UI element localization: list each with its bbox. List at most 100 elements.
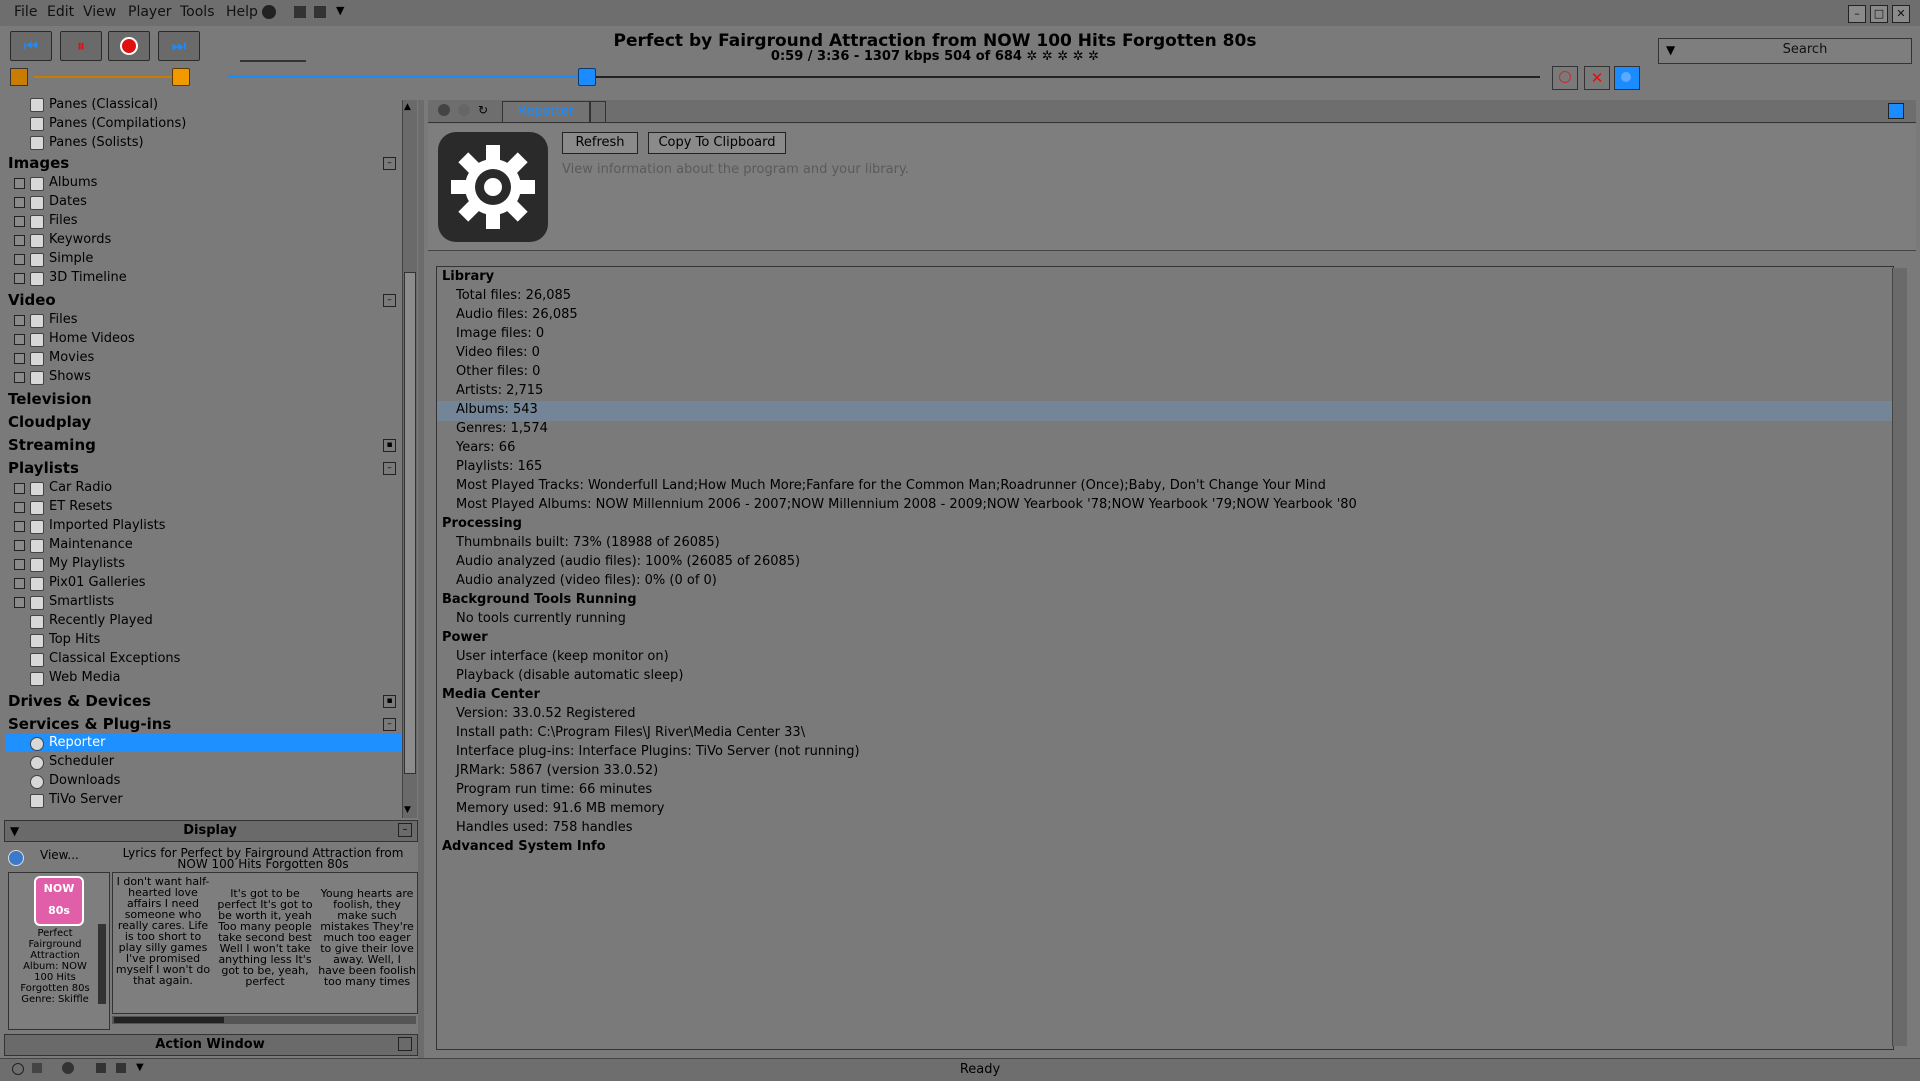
tree-item-maintenance[interactable]: Maintenance bbox=[49, 537, 133, 552]
maximize-button[interactable]: □ bbox=[1870, 5, 1888, 23]
lyrics-scrollbar-thumb[interactable] bbox=[114, 1017, 224, 1023]
tab-reporter[interactable]: Reporter bbox=[502, 101, 590, 122]
expand-icon[interactable]: ▪ bbox=[383, 439, 396, 452]
tree-item-video-movies[interactable]: Movies bbox=[49, 350, 94, 365]
back-icon[interactable] bbox=[438, 104, 450, 116]
menu-tools[interactable]: Tools bbox=[180, 4, 215, 20]
album-info-scrollbar[interactable] bbox=[98, 924, 106, 1004]
tree-item-tivo-server[interactable]: TiVo Server bbox=[49, 792, 123, 807]
tree-item-images-keywords[interactable]: Keywords bbox=[49, 232, 111, 247]
tree-item-scheduler[interactable]: Scheduler bbox=[49, 754, 114, 769]
tree-item-images-3d-timeline[interactable]: 3D Timeline bbox=[49, 270, 127, 285]
layout-icon[interactable] bbox=[32, 1063, 42, 1073]
tree-item-smartlists[interactable]: Smartlists bbox=[49, 594, 114, 609]
tree-item-classical-exceptions[interactable]: Classical Exceptions bbox=[49, 651, 180, 666]
pause-button[interactable]: ⏸ bbox=[60, 31, 102, 61]
menu-help[interactable]: Help bbox=[226, 4, 258, 20]
tree-item-web-media[interactable]: Web Media bbox=[49, 670, 121, 685]
refresh-button[interactable]: Refresh bbox=[562, 132, 638, 154]
volume-track[interactable] bbox=[34, 76, 184, 78]
collapse-icon[interactable]: – bbox=[398, 823, 412, 837]
tree-item-images-albums[interactable]: Albums bbox=[49, 175, 97, 190]
reload-icon[interactable]: ↻ bbox=[478, 103, 488, 117]
forward-icon[interactable] bbox=[458, 104, 470, 116]
collapse-icon[interactable]: – bbox=[383, 462, 396, 475]
expand-icon[interactable] bbox=[14, 197, 25, 208]
view-menu-link[interactable]: View... bbox=[40, 848, 79, 862]
tree-item-video-shows[interactable]: Shows bbox=[49, 369, 91, 384]
chevron-down-icon[interactable]: ▼ bbox=[336, 4, 344, 17]
tree-group-playlists[interactable]: Playlists bbox=[8, 459, 79, 477]
menu-edit[interactable]: Edit bbox=[47, 4, 74, 20]
expand-icon[interactable]: ▪ bbox=[383, 695, 396, 708]
tree-group-cloudplay[interactable]: Cloudplay bbox=[8, 413, 91, 431]
new-tab-button[interactable] bbox=[590, 101, 606, 122]
tree-item-video-home-videos[interactable]: Home Videos bbox=[49, 331, 135, 346]
tree-item-car-radio[interactable]: Car Radio bbox=[49, 480, 112, 495]
expand-icon[interactable] bbox=[14, 597, 25, 608]
expand-icon[interactable] bbox=[14, 502, 25, 513]
search-dropdown-icon[interactable]: ▼ bbox=[1666, 43, 1675, 57]
repeat-button[interactable] bbox=[1552, 66, 1578, 90]
tree-item-images-files[interactable]: Files bbox=[49, 213, 78, 228]
tree-item-panes-classical[interactable]: Panes (Classical) bbox=[49, 97, 158, 112]
expand-icon[interactable] bbox=[14, 521, 25, 532]
theater-icon[interactable] bbox=[314, 6, 326, 18]
expand-icon[interactable] bbox=[14, 372, 25, 383]
volume-icon[interactable] bbox=[10, 68, 28, 86]
collapse-icon[interactable]: – bbox=[383, 157, 396, 170]
tree-item-reporter[interactable]: Reporter bbox=[49, 735, 105, 750]
expand-icon[interactable] bbox=[14, 178, 25, 189]
tree-group-services-plugins[interactable]: Services & Plug-ins bbox=[8, 715, 171, 733]
seek-slider-thumb[interactable] bbox=[578, 68, 597, 86]
tree-item-imported-playlists[interactable]: Imported Playlists bbox=[49, 518, 166, 533]
collapse-icon[interactable]: – bbox=[383, 294, 396, 307]
shuffle-button[interactable]: ✕ bbox=[1584, 66, 1610, 90]
next-button[interactable]: ⏭ bbox=[158, 31, 200, 61]
collapse-icon[interactable]: – bbox=[383, 718, 396, 731]
expand-icon[interactable] bbox=[14, 334, 25, 345]
expand-icon[interactable] bbox=[14, 559, 25, 570]
section-advanced-system-info[interactable]: Advanced System Info bbox=[442, 839, 606, 854]
tree-item-my-playlists[interactable]: My Playlists bbox=[49, 556, 125, 571]
report-scrollbar[interactable] bbox=[1892, 268, 1907, 1046]
tree-item-top-hits[interactable]: Top Hits bbox=[49, 632, 100, 647]
scroll-up-icon[interactable]: ▲ bbox=[404, 102, 411, 112]
tree-item-et-resets[interactable]: ET Resets bbox=[49, 499, 112, 514]
expand-icon[interactable] bbox=[14, 216, 25, 227]
pane-splitter[interactable] bbox=[418, 100, 424, 1058]
expand-icon[interactable] bbox=[14, 540, 25, 551]
album-art[interactable]: NOW 80s bbox=[34, 876, 84, 926]
tree-item-recently-played[interactable]: Recently Played bbox=[49, 613, 153, 628]
copy-to-clipboard-button[interactable]: Copy To Clipboard bbox=[648, 132, 786, 154]
tree-group-drives-devices[interactable]: Drives & Devices bbox=[8, 692, 151, 710]
refresh-icon[interactable] bbox=[12, 1063, 24, 1075]
expand-icon[interactable] bbox=[14, 273, 25, 284]
tree-item-panes-compilations[interactable]: Panes (Compilations) bbox=[49, 116, 186, 131]
tree-group-television[interactable]: Television bbox=[8, 390, 92, 408]
previous-button[interactable]: ⏮ bbox=[10, 31, 52, 61]
menu-file[interactable]: File bbox=[14, 4, 37, 20]
expand-icon[interactable] bbox=[14, 315, 25, 326]
tree-group-video[interactable]: Video bbox=[8, 291, 56, 309]
theater-icon[interactable] bbox=[116, 1063, 126, 1073]
view-mode-icon[interactable] bbox=[96, 1063, 106, 1073]
tree-item-images-dates[interactable]: Dates bbox=[49, 194, 87, 209]
scroll-down-icon[interactable]: ▼ bbox=[404, 805, 411, 815]
menu-player[interactable]: Player bbox=[128, 4, 172, 20]
tree-item-downloads[interactable]: Downloads bbox=[49, 773, 120, 788]
menu-view[interactable]: View bbox=[83, 4, 116, 20]
expand-icon[interactable] bbox=[14, 254, 25, 265]
minimize-button[interactable]: – bbox=[1848, 5, 1866, 23]
tree-group-streaming[interactable]: Streaming bbox=[8, 436, 96, 454]
stop-button[interactable] bbox=[108, 31, 150, 61]
volume-slider-thumb[interactable] bbox=[171, 68, 190, 86]
view-mode-icon[interactable] bbox=[294, 6, 306, 18]
expand-icon[interactable] bbox=[398, 1037, 412, 1051]
pane-options-icon[interactable] bbox=[1888, 103, 1904, 119]
tree-item-video-files[interactable]: Files bbox=[49, 312, 78, 327]
expand-icon[interactable] bbox=[14, 353, 25, 364]
tree-item-pix01-galleries[interactable]: Pix01 Galleries bbox=[49, 575, 146, 590]
refresh-icon[interactable] bbox=[8, 850, 24, 866]
playing-now-button[interactable] bbox=[1614, 66, 1640, 90]
